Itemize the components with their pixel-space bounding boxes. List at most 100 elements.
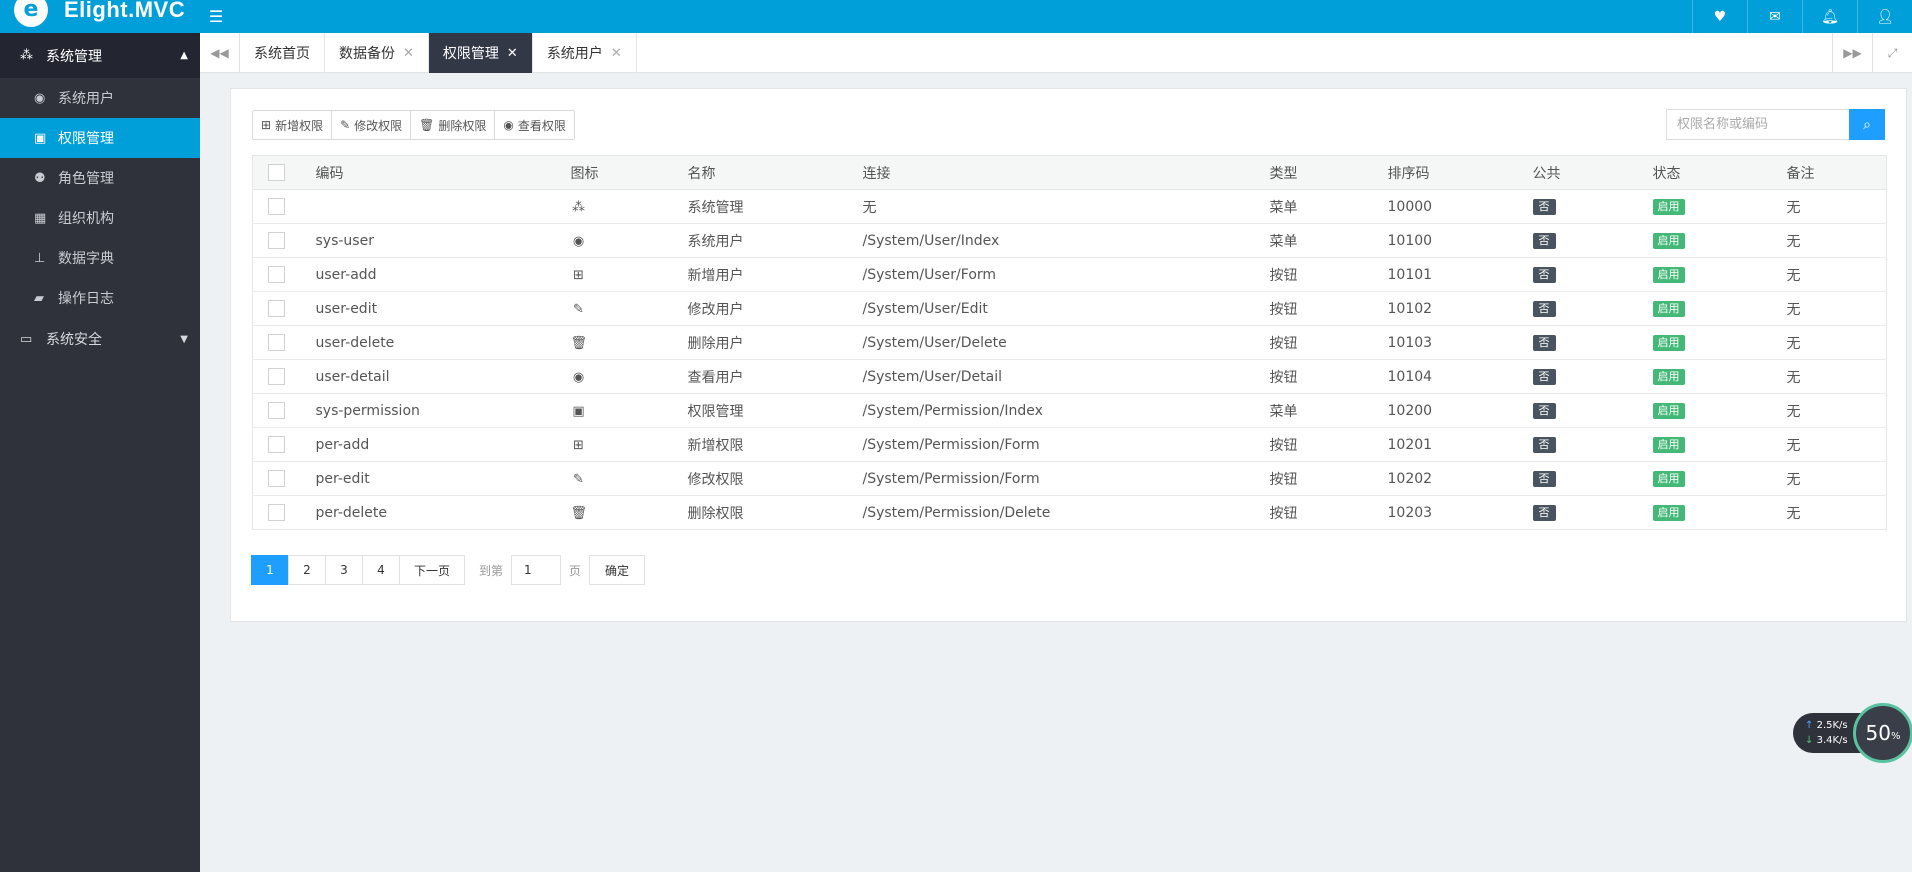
edit-permission-button[interactable]: ✎ 修改权限: [332, 111, 412, 139]
tab-scroll-left-icon[interactable]: ◀◀: [200, 33, 240, 73]
fullscreen-icon[interactable]: ⤢: [1872, 33, 1912, 73]
row-checkbox[interactable]: [268, 402, 285, 419]
network-widget[interactable]: ↑ 2.5K/s ↓ 3.4K/s 50%: [1793, 703, 1912, 763]
sidebar-item-organization[interactable]: ▦ 组织机构: [0, 198, 200, 238]
tab-home[interactable]: 系统首页: [240, 33, 325, 73]
cell-icon: ⊞: [570, 427, 688, 462]
add-permission-button[interactable]: ⊞ 新增权限: [253, 111, 333, 139]
table-row[interactable]: per-delete 🗑︎ 删除权限 /System/Permission/De…: [253, 496, 1887, 530]
row-checkbox[interactable]: [268, 334, 285, 351]
cell-status: 启用: [1652, 291, 1787, 326]
sidebar-item-permissions[interactable]: ▣ 权限管理: [0, 118, 200, 158]
row-checkbox[interactable]: [268, 436, 285, 453]
cell-code: per-add: [315, 427, 571, 462]
cell-name: 修改权限: [687, 461, 863, 496]
column-header[interactable]: 连接: [862, 155, 1270, 190]
page-suffix-label: 页: [569, 563, 582, 578]
table-row[interactable]: per-add ⊞ 新增权限 /System/Permission/Form 按…: [252, 427, 1887, 462]
cell-type: 菜单: [1269, 393, 1388, 428]
table-row[interactable]: sys-permission ▣ 权限管理 /System/Permission…: [252, 393, 1887, 428]
heart-icon[interactable]: ♥: [1692, 0, 1747, 33]
edit-icon: ✎: [573, 301, 584, 317]
goto-page-input[interactable]: [511, 555, 562, 585]
sidebar-item-dictionary[interactable]: ⊥ 数据字典: [0, 238, 200, 278]
column-header[interactable]: 图标: [570, 155, 688, 190]
cell-name: 删除权限: [687, 505, 744, 522]
close-icon[interactable]: ✕: [403, 46, 414, 61]
column-header[interactable]: 公共: [1532, 155, 1653, 190]
mail-icon[interactable]: ✉: [1747, 0, 1802, 33]
tab-bar-actions: ▶▶ ⤢: [1832, 33, 1912, 73]
page-1-button[interactable]: 1: [251, 555, 289, 585]
tab-backup[interactable]: 数据备份 ✕: [325, 33, 429, 73]
eye-icon: ◉: [572, 369, 585, 385]
sidebar-item-label: 权限管理: [58, 131, 114, 147]
logo[interactable]: e Elight.MVC: [14, 0, 185, 33]
edit-icon: ✎: [573, 471, 584, 487]
cell-url: /System/Permission/Form: [862, 461, 1270, 496]
cell-name: 系统用户: [687, 223, 863, 258]
cell-remark: 无: [1786, 325, 1887, 360]
delete-permission-button[interactable]: 🗑︎ 删除权限: [411, 111, 496, 139]
column-header[interactable]: 编码: [315, 155, 571, 190]
row-checkbox[interactable]: [268, 368, 285, 385]
sidebar-group-system[interactable]: ⁂ 系统管理 ▲: [0, 33, 200, 78]
cell-status: 启用: [1652, 461, 1787, 496]
cell-sort: 10103: [1387, 325, 1533, 360]
sitemap-icon: ⊥: [34, 250, 46, 266]
page-2-button[interactable]: 2: [288, 555, 326, 585]
next-page-button[interactable]: 下一页: [399, 555, 466, 585]
table-row[interactable]: per-edit ✎ 修改权限 /System/Permission/Form …: [252, 461, 1887, 496]
cell-name: 系统管理: [687, 189, 863, 224]
view-permission-button[interactable]: ◉ 查看权限: [495, 111, 574, 139]
table-row[interactable]: user-delete 🗑︎ 删除用户 /System/User/Delete …: [252, 325, 1887, 360]
cell-icon: ◉: [570, 359, 688, 394]
goto-confirm-button[interactable]: 确定: [589, 555, 646, 585]
table-row[interactable]: user-edit ✎ 修改用户 /System/User/Edit 按钮 10…: [252, 291, 1887, 326]
status-badge: 启用: [1652, 403, 1685, 419]
row-checkbox[interactable]: [268, 300, 285, 317]
table-row[interactable]: user-detail ◉ 查看用户 /System/User/Detail 按…: [252, 359, 1887, 394]
tab-permissions[interactable]: 权限管理 ✕: [428, 33, 533, 73]
row-checkbox[interactable]: [268, 470, 285, 487]
column-header[interactable]: 排序码: [1387, 155, 1533, 190]
bell-icon[interactable]: 🔔︎: [1802, 0, 1857, 33]
cell-url: /System/User/Index: [862, 223, 1270, 258]
sidebar-group-security[interactable]: ▭ 系统安全 ▼: [0, 318, 200, 360]
caret-down-icon: ▼: [180, 333, 188, 345]
close-icon[interactable]: ✕: [507, 46, 518, 61]
sidebar-item-logs[interactable]: ▰ 操作日志: [0, 278, 200, 318]
cell-code: user-detail: [315, 359, 571, 394]
tab-users[interactable]: 系统用户 ✕: [533, 33, 637, 73]
row-checkbox[interactable]: [268, 504, 285, 521]
cell-status: 启用: [1652, 427, 1787, 462]
cell-url: /System/Permission/Index: [862, 393, 1270, 428]
tab-scroll-right-icon[interactable]: ▶▶: [1832, 33, 1872, 73]
page-3-button[interactable]: 3: [325, 555, 363, 585]
column-header[interactable]: 类型: [1269, 155, 1388, 190]
search-input[interactable]: [1666, 109, 1849, 140]
column-header[interactable]: 备注: [1786, 155, 1887, 190]
table-row[interactable]: ⁂ 系统管理 无 菜单 10000 否 启用 无: [252, 189, 1887, 224]
user-icon[interactable]: 👤︎: [1857, 0, 1912, 33]
sidebar-item-roles[interactable]: ⚉ 角色管理: [0, 158, 200, 198]
row-checkbox[interactable]: [268, 266, 285, 283]
status-badge: 启用: [1652, 437, 1685, 453]
cell-remark: 无: [1786, 461, 1887, 496]
column-header[interactable]: 状态: [1652, 155, 1787, 190]
select-all-checkbox[interactable]: [268, 164, 285, 181]
row-checkbox[interactable]: [268, 232, 285, 249]
page-4-button[interactable]: 4: [362, 555, 400, 585]
search-button[interactable]: ⌕: [1849, 109, 1885, 140]
close-icon[interactable]: ✕: [611, 46, 622, 61]
public-badge: 否: [1532, 471, 1556, 487]
cell-url: /System/User/Detail: [862, 359, 1270, 394]
table-row[interactable]: sys-user ◉ 系统用户 /System/User/Index 菜单 10…: [252, 223, 1887, 258]
cell-remark: 无: [1786, 291, 1887, 326]
list-icon[interactable]: ☰: [202, 0, 230, 33]
sidebar-item-users[interactable]: ◉ 系统用户: [0, 78, 200, 118]
search-box: ⌕: [1666, 109, 1885, 140]
column-header[interactable]: 名称: [687, 155, 863, 190]
table-row[interactable]: user-add ⊞ 新增用户 /System/User/Form 按钮 101…: [252, 257, 1887, 292]
row-checkbox[interactable]: [268, 198, 285, 215]
